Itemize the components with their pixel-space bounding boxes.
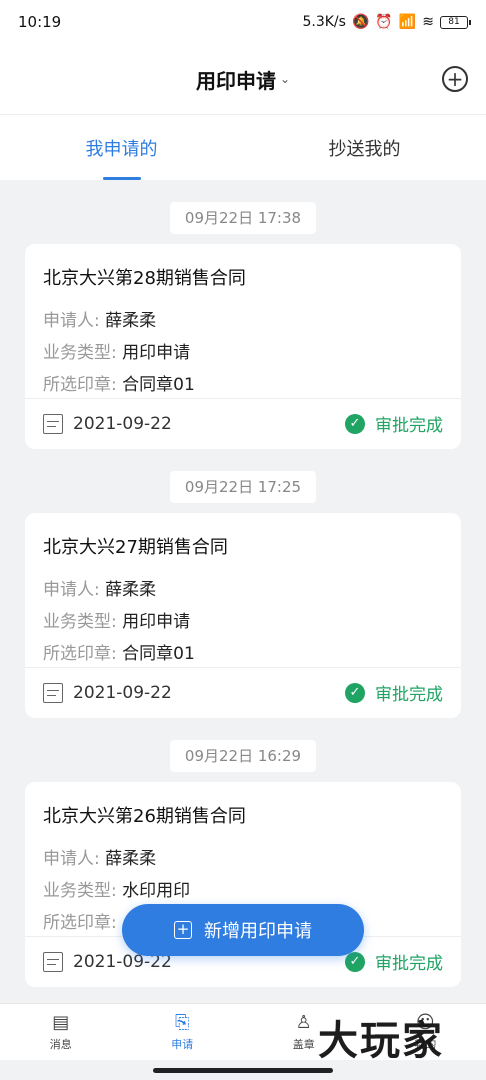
seal-value: 合同章01 bbox=[122, 375, 195, 395]
application-list[interactable]: 09月22日 17:38 北京大兴第28期销售合同 申请人: 薛柔柔 业务类型:… bbox=[0, 180, 486, 1003]
seal-label: 所选印章: bbox=[43, 913, 117, 933]
alarm-icon: ⏰ bbox=[375, 14, 393, 30]
calendar-icon bbox=[43, 413, 63, 434]
business-type-row: 业务类型: 用印申请 bbox=[43, 607, 190, 632]
date-text: 2021-09-22 bbox=[73, 682, 172, 703]
applicant-label: 申请人: bbox=[43, 849, 100, 869]
date-block: 2021-09-22 bbox=[43, 413, 172, 434]
new-application-button[interactable]: + 新增用印申请 bbox=[122, 904, 364, 956]
signal-icon: 📶 bbox=[398, 14, 417, 30]
seal-label: 所选印章: bbox=[43, 644, 117, 664]
applicant-value: 薛柔柔 bbox=[105, 580, 157, 600]
time-badge: 09月22日 17:25 bbox=[170, 471, 316, 503]
nav-item-apply[interactable]: ⎘ 申请 bbox=[122, 1004, 244, 1060]
applicant-row: 申请人: 薛柔柔 bbox=[43, 306, 156, 331]
calendar-icon bbox=[43, 951, 63, 972]
seal-row: 所选印章: 合同章01 bbox=[43, 639, 195, 664]
page-title-text: 用印申请 bbox=[195, 68, 276, 93]
application-card[interactable]: 北京大兴第28期销售合同 申请人: 薛柔柔 业务类型: 用印申请 所选印章: 合… bbox=[25, 244, 461, 449]
status-badge: ✓ 审批完成 bbox=[345, 680, 443, 705]
applicant-row: 申请人: 薛柔柔 bbox=[43, 844, 156, 869]
business-type-value: 水印用印 bbox=[122, 881, 191, 901]
card-footer: 2021-09-22 ✓ 审批完成 bbox=[43, 398, 443, 449]
nav-item-messages[interactable]: ▤ 消息 bbox=[0, 1004, 122, 1060]
home-indicator[interactable] bbox=[153, 1068, 333, 1073]
card-footer: 2021-09-22 ✓ 审批完成 bbox=[43, 667, 443, 718]
applicant-value: 薛柔柔 bbox=[105, 849, 157, 869]
check-circle-icon: ✓ bbox=[345, 682, 365, 703]
nav-label: 申请 bbox=[171, 1038, 194, 1051]
battery-icon: 81 bbox=[440, 15, 471, 29]
tab-cc-to-me[interactable]: 抄送我的 bbox=[243, 115, 486, 180]
status-time: 10:19 bbox=[18, 13, 62, 31]
plus-square-icon: + bbox=[174, 921, 192, 939]
add-button[interactable]: + bbox=[442, 66, 468, 92]
list-item: 09月22日 17:25 北京大兴27期销售合同 申请人: 薛柔柔 业务类型: … bbox=[0, 471, 486, 718]
mute-icon: 🔕 bbox=[351, 14, 370, 30]
business-type-value: 用印申请 bbox=[122, 612, 191, 632]
applicant-label: 申请人: bbox=[43, 311, 100, 331]
status-text: 审批完成 bbox=[375, 416, 443, 436]
card-title: 北京大兴第26期销售合同 bbox=[43, 806, 246, 827]
new-application-label: 新增用印申请 bbox=[204, 921, 312, 942]
card-title: 北京大兴27期销售合同 bbox=[43, 537, 228, 558]
status-badge: ✓ 审批完成 bbox=[345, 411, 443, 436]
business-type-value: 用印申请 bbox=[122, 343, 191, 363]
status-badge: ✓ 审批完成 bbox=[345, 949, 443, 974]
applicant-label: 申请人: bbox=[43, 580, 100, 600]
check-circle-icon: ✓ bbox=[345, 413, 365, 434]
date-text: 2021-09-22 bbox=[73, 413, 172, 434]
stamp-icon: ♙ bbox=[295, 1012, 312, 1033]
nav-label: 消息 bbox=[49, 1038, 72, 1051]
message-icon: ▤ bbox=[52, 1012, 70, 1033]
plus-circle-icon: + bbox=[446, 67, 464, 91]
seal-value: 合同章01 bbox=[122, 644, 195, 664]
chevron-down-icon: ⌄ bbox=[279, 72, 291, 86]
network-speed: 5.3K/s bbox=[302, 14, 346, 30]
calendar-icon bbox=[43, 682, 63, 703]
list-item: 09月22日 17:38 北京大兴第28期销售合同 申请人: 薛柔柔 业务类型:… bbox=[0, 202, 486, 449]
business-type-label: 业务类型: bbox=[43, 612, 117, 632]
business-type-label: 业务类型: bbox=[43, 343, 117, 363]
time-badge: 09月22日 16:29 bbox=[170, 740, 316, 772]
wifi-icon: ≋ bbox=[422, 14, 434, 30]
business-type-row: 业务类型: 水印用印 bbox=[43, 876, 190, 901]
applicant-row: 申请人: 薛柔柔 bbox=[43, 575, 156, 600]
seal-label: 所选印章: bbox=[43, 375, 117, 395]
status-bar: 10:19 5.3K/s 🔕 ⏰ 📶 ≋ 81 bbox=[0, 0, 486, 44]
applicant-value: 薛柔柔 bbox=[105, 311, 157, 331]
nav-label: 盖章 bbox=[292, 1038, 315, 1051]
business-type-row: 业务类型: 用印申请 bbox=[43, 338, 190, 363]
check-circle-icon: ✓ bbox=[345, 951, 365, 972]
application-card[interactable]: 北京大兴第26期销售合同 申请人: 薛柔柔 业务类型: 水印用印 所选印章: 2… bbox=[25, 782, 461, 987]
status-icons: 5.3K/s 🔕 ⏰ 📶 ≋ 81 bbox=[302, 14, 471, 30]
time-badge: 09月22日 17:38 bbox=[170, 202, 316, 234]
page-title[interactable]: 用印申请 ⌄ bbox=[196, 65, 290, 94]
card-title: 北京大兴第28期销售合同 bbox=[43, 268, 246, 289]
apply-icon: ⎘ bbox=[175, 1012, 190, 1033]
application-card[interactable]: 北京大兴27期销售合同 申请人: 薛柔柔 业务类型: 用印申请 所选印章: 合同… bbox=[25, 513, 461, 718]
status-text: 审批完成 bbox=[375, 685, 443, 705]
watermark: 大玩家 bbox=[318, 1018, 444, 1064]
date-block: 2021-09-22 bbox=[43, 682, 172, 703]
seal-row: 所选印章: 合同章01 bbox=[43, 370, 195, 395]
tab-my-applications[interactable]: 我申请的 bbox=[0, 115, 243, 180]
seal-row: 所选印章: bbox=[43, 908, 117, 933]
tab-bar: 我申请的 抄送我的 bbox=[0, 114, 486, 180]
business-type-label: 业务类型: bbox=[43, 881, 117, 901]
status-text: 审批完成 bbox=[375, 954, 443, 974]
app-header: 用印申请 ⌄ + bbox=[0, 44, 486, 114]
